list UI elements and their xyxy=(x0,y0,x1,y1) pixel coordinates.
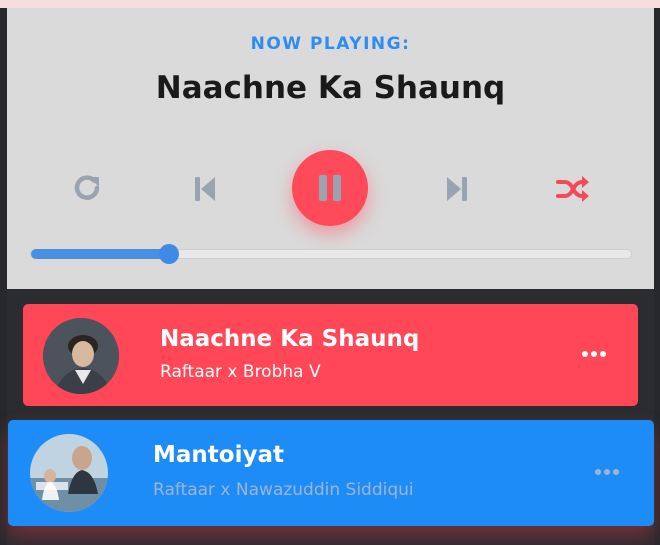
track-artist: Raftaar x Brobha V xyxy=(160,362,321,382)
progress-fill xyxy=(31,249,169,259)
player-panel: NOW PLAYING: Naachne Ka Shaunq xyxy=(7,8,654,289)
progress-bar[interactable] xyxy=(30,244,632,264)
playlist-item-active[interactable]: Naachne Ka Shaunq Raftaar x Brobha V xyxy=(23,304,638,406)
track-title: Mantoiyat xyxy=(153,442,284,468)
repeat-button[interactable] xyxy=(69,170,105,206)
previous-button[interactable] xyxy=(187,171,223,207)
skip-back-icon xyxy=(195,177,215,201)
next-button[interactable] xyxy=(439,171,475,207)
more-options-icon[interactable] xyxy=(582,351,606,357)
pause-icon xyxy=(319,175,341,201)
now-playing-label: NOW PLAYING: xyxy=(250,34,411,54)
progress-handle[interactable] xyxy=(159,244,179,264)
track-artist: Raftaar x Nawazuddin Siddiqui xyxy=(153,480,414,500)
repeat-icon xyxy=(74,175,100,200)
playlist-item[interactable]: Mantoiyat Raftaar x Nawazuddin Siddiqui xyxy=(8,420,654,526)
skip-forward-icon xyxy=(447,177,467,201)
pause-button[interactable] xyxy=(292,150,368,226)
album-art xyxy=(43,318,119,394)
more-options-icon[interactable] xyxy=(595,469,619,475)
top-strip xyxy=(0,0,660,8)
shuffle-button[interactable] xyxy=(555,171,591,207)
now-playing-title: Naachne Ka Shaunq xyxy=(155,70,506,106)
track-title: Naachne Ka Shaunq xyxy=(160,326,420,352)
album-art xyxy=(30,434,108,512)
shuffle-icon xyxy=(556,176,589,202)
playlist: Naachne Ka Shaunq Raftaar x Brobha V Man… xyxy=(0,289,660,545)
